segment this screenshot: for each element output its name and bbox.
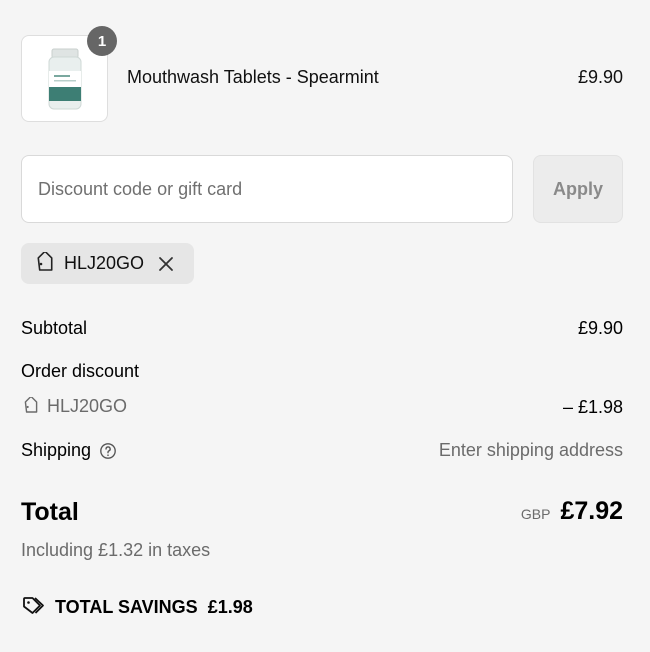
total-amount: £7.92 bbox=[560, 497, 623, 525]
total-label: Total bbox=[21, 498, 79, 526]
tags-icon bbox=[23, 597, 44, 614]
discount-code-input[interactable] bbox=[21, 155, 513, 223]
shipping-value: Enter shipping address bbox=[438, 440, 623, 460]
apply-button[interactable]: Apply bbox=[533, 155, 623, 223]
tag-icon bbox=[24, 396, 38, 413]
applied-code-text: HLJ20GO bbox=[64, 253, 145, 273]
order-discount-value: – £1.98 bbox=[562, 397, 623, 417]
applied-discount-chip: HLJ20GO bbox=[21, 243, 194, 284]
quantity-badge: 1 bbox=[87, 26, 117, 56]
savings-label: TOTAL SAVINGS bbox=[55, 596, 198, 617]
savings-value: £1.98 bbox=[207, 596, 253, 617]
remove-discount-icon[interactable] bbox=[156, 254, 176, 274]
subtotal-label: Subtotal bbox=[21, 318, 88, 338]
jar-icon bbox=[48, 48, 81, 109]
product-price: £9.90 bbox=[577, 67, 623, 87]
currency-code: GBP bbox=[520, 506, 551, 522]
help-icon[interactable] bbox=[99, 442, 117, 460]
order-discount-code: HLJ20GO bbox=[21, 396, 127, 417]
total-value: GBP £7.92 bbox=[521, 497, 623, 526]
order-discount-code-text: HLJ20GO bbox=[47, 396, 128, 416]
tag-icon bbox=[37, 251, 53, 271]
taxes-note: Including £1.32 in taxes bbox=[21, 540, 211, 560]
subtotal-value: £9.90 bbox=[577, 318, 623, 338]
product-name: Mouthwash Tablets - Spearmint bbox=[127, 67, 379, 87]
shipping-label: Shipping bbox=[21, 440, 117, 461]
shipping-label-text: Shipping bbox=[21, 440, 92, 460]
total-savings: TOTAL SAVINGS £1.98 bbox=[21, 595, 253, 619]
order-discount-label: Order discount bbox=[21, 361, 140, 381]
